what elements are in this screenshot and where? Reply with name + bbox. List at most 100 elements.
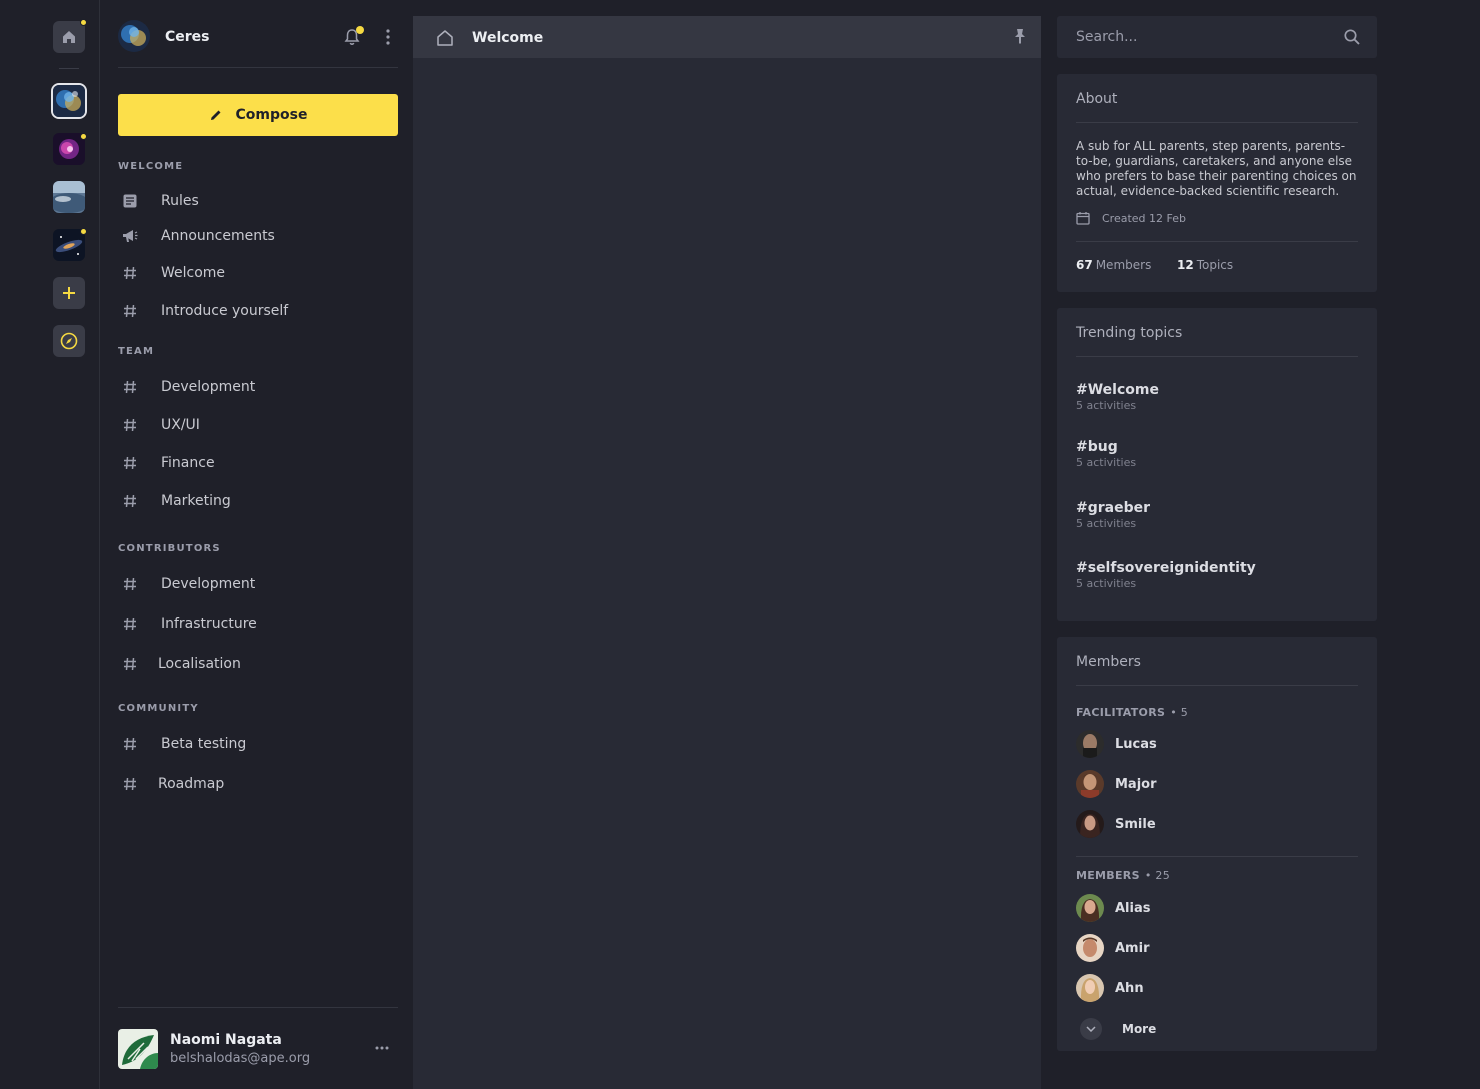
channel-marketing[interactable]: Marketing	[118, 487, 398, 515]
channel-introduce-yourself[interactable]: Introduce yourself	[118, 297, 398, 325]
created-label: Created 12 Feb	[1102, 211, 1186, 225]
channel-label: Welcome	[161, 265, 226, 281]
member-item[interactable]: Ahn	[1076, 974, 1144, 1002]
channel-development[interactable]: Development	[118, 373, 398, 401]
pin-icon[interactable]	[1012, 27, 1028, 45]
divider	[1076, 356, 1358, 357]
channel-announcements[interactable]: Announcements	[118, 222, 398, 250]
channel-label: Finance	[161, 455, 215, 471]
channel-label: Development	[161, 576, 256, 592]
about-card: About A sub for ALL parents, step parent…	[1057, 74, 1377, 292]
avatar	[1076, 934, 1104, 962]
server-avatar[interactable]	[118, 20, 150, 52]
channel-label: Introduce yourself	[161, 303, 289, 319]
facilitators-count: • 5	[1170, 706, 1189, 719]
section-label-welcome: WELCOME	[118, 161, 184, 172]
member-item[interactable]: Lucas	[1076, 730, 1157, 758]
hash-icon	[118, 732, 142, 756]
trending-title: Trending topics	[1076, 325, 1183, 341]
topic-tag: #Welcome	[1076, 382, 1159, 398]
search-box	[1057, 16, 1377, 58]
explore-button[interactable]	[53, 325, 85, 357]
server-nebula-notification-dot	[80, 133, 87, 140]
member-name: Ahn	[1115, 980, 1144, 996]
facilitators-heading: FACILITATORS • 5	[1076, 706, 1188, 719]
page-title: Welcome	[472, 30, 544, 46]
member-item[interactable]: Amir	[1076, 934, 1149, 962]
hash-icon	[118, 375, 142, 399]
member-name: Alias	[1115, 900, 1151, 916]
topic-count: 5 activities	[1076, 456, 1137, 469]
add-server-button[interactable]	[53, 277, 85, 309]
search-input[interactable]	[1057, 16, 1337, 58]
section-label-team: TEAM	[118, 346, 155, 357]
facilitators-label: FACILITATORS	[1076, 706, 1166, 719]
channel-contributors-development[interactable]: Development	[118, 570, 398, 598]
more-horizontal-icon[interactable]	[374, 1044, 390, 1052]
server-header: Ceres	[118, 18, 398, 68]
pencil-icon	[210, 110, 221, 120]
topic-count: 5 activities	[1076, 399, 1137, 412]
server-galaxy-notification-dot	[80, 228, 87, 235]
trending-topic[interactable]: #bug 5 activities	[1076, 439, 1136, 469]
user-panel: Naomi Nagata belshalodas@ape.org	[118, 1007, 398, 1089]
avatar	[1076, 730, 1104, 758]
member-item[interactable]: Alias	[1076, 894, 1150, 922]
hash-icon	[118, 489, 142, 513]
member-name: Amir	[1115, 940, 1150, 956]
hash-icon	[118, 299, 142, 323]
divider	[1076, 685, 1358, 686]
member-item[interactable]: Smile	[1076, 810, 1156, 838]
avatar	[1076, 974, 1104, 1002]
trending-topic[interactable]: #graeber 5 activities	[1076, 500, 1150, 530]
hash-icon	[118, 652, 142, 676]
topic-tag: #graeber	[1076, 500, 1151, 516]
channel-welcome[interactable]: Welcome	[118, 259, 398, 287]
server-ceres-image	[53, 85, 85, 117]
channel-finance[interactable]: Finance	[118, 449, 398, 477]
bell-notification-dot	[356, 26, 364, 34]
avatar	[1076, 770, 1104, 798]
compose-button[interactable]: Compose	[118, 94, 398, 136]
server-name: Ceres	[165, 29, 210, 45]
home-icon	[63, 31, 75, 43]
topics-stat: 12 Topics	[1177, 258, 1233, 272]
compose-label: Compose	[235, 107, 308, 123]
server-ceres[interactable]	[53, 85, 85, 117]
kebab-menu-icon[interactable]	[382, 28, 394, 46]
server-rail	[0, 0, 100, 1089]
trending-topic[interactable]: #Welcome 5 activities	[1076, 382, 1159, 412]
member-name: Smile	[1115, 816, 1156, 832]
more-members-button[interactable]: More	[1080, 1018, 1156, 1040]
server-earth[interactable]	[53, 181, 85, 213]
user-avatar[interactable]	[118, 1029, 158, 1069]
member-item[interactable]: Major	[1076, 770, 1157, 798]
hash-icon	[118, 413, 142, 437]
channel-rules[interactable]: Rules	[118, 187, 398, 215]
created-date: Created 12 Feb	[1076, 211, 1186, 225]
home-icon[interactable]	[435, 28, 455, 48]
topic-tag: #selfsovereignidentity	[1076, 560, 1256, 576]
hash-icon	[118, 451, 142, 475]
channel-ux-ui[interactable]: UX/UI	[118, 411, 398, 439]
channel-beta-testing[interactable]: Beta testing	[118, 730, 398, 758]
topic-count: 5 activities	[1076, 517, 1137, 530]
chevron-down-icon	[1080, 1018, 1102, 1040]
home-notification-dot	[80, 19, 87, 26]
channel-label: Roadmap	[158, 776, 225, 792]
divider	[1076, 122, 1358, 123]
channel-localisation[interactable]: Localisation	[118, 650, 398, 678]
plus-icon	[63, 287, 75, 299]
channel-infrastructure[interactable]: Infrastructure	[118, 610, 398, 638]
home-button[interactable]	[53, 21, 85, 53]
members-stat: 67 Members	[1076, 258, 1151, 272]
megaphone-icon	[118, 224, 142, 248]
channel-roadmap[interactable]: Roadmap	[118, 770, 398, 798]
topic-count: 5 activities	[1076, 577, 1137, 590]
trending-topic[interactable]: #selfsovereignidentity 5 activities	[1076, 560, 1256, 590]
search-icon[interactable]	[1343, 28, 1361, 46]
compass-icon	[60, 332, 78, 350]
trending-card: Trending topics #Welcome 5 activities #b…	[1057, 308, 1377, 621]
channel-sidebar: Ceres Compose WELCOME Rules Announcement…	[101, 0, 413, 1089]
hash-icon	[118, 572, 142, 596]
